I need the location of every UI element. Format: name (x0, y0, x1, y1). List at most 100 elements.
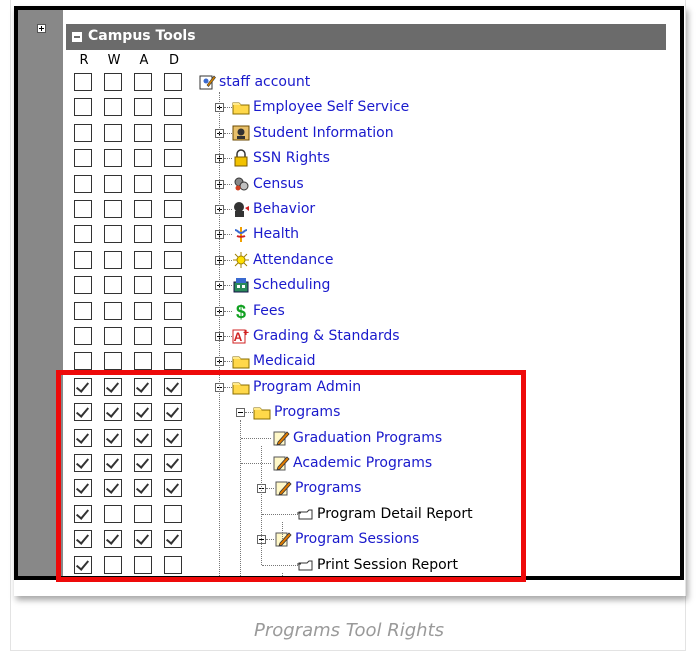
tree-item-label[interactable]: Attendance (253, 251, 333, 269)
checkbox-r[interactable] (74, 149, 92, 168)
red-highlight-box (56, 370, 526, 582)
checkbox-r[interactable] (74, 73, 92, 91)
staff-account-icon (198, 73, 216, 91)
checkbox-a[interactable] (134, 174, 152, 193)
connector-line (224, 107, 232, 109)
tree-item-label[interactable]: Grading & Standards (253, 327, 400, 345)
checkbox-w[interactable] (104, 123, 122, 142)
checkbox-a[interactable] (134, 98, 152, 117)
panel-title: Campus Tools (88, 28, 196, 44)
connector-line (224, 336, 232, 337)
checkbox-d[interactable] (164, 174, 182, 193)
checkbox-w[interactable] (104, 200, 122, 218)
svg-text:A: A (234, 330, 243, 344)
checkbox-d[interactable] (164, 123, 182, 142)
checkbox-w[interactable] (104, 352, 122, 371)
tree-row: Employee Self Service (18, 95, 658, 120)
checkbox-r[interactable] (74, 174, 92, 193)
connector-line (224, 183, 232, 185)
tree-item-label[interactable]: staff account (219, 73, 310, 91)
checkbox-w[interactable] (104, 301, 122, 320)
checkbox-d[interactable] (164, 200, 182, 218)
tree-row: A + Grading & Standards (18, 324, 658, 349)
checkbox-w[interactable] (104, 149, 122, 168)
tree-row: Health (18, 222, 658, 247)
checkbox-d[interactable] (164, 149, 182, 168)
checkbox-r[interactable] (74, 200, 92, 218)
column-header-w: W (107, 53, 121, 68)
checkbox-a[interactable] (134, 73, 152, 91)
checkbox-w[interactable] (104, 225, 122, 244)
checkbox-w[interactable] (104, 174, 122, 193)
connector-line (224, 285, 232, 287)
checkbox-a[interactable] (134, 276, 152, 295)
checkbox-r[interactable] (74, 250, 92, 269)
checkbox-a[interactable] (134, 352, 152, 371)
connector-line (224, 132, 232, 134)
checkbox-w[interactable] (104, 98, 122, 117)
tree-row: Student Information (18, 121, 658, 146)
tree-row: staff account (18, 70, 658, 95)
checkbox-w[interactable] (104, 73, 122, 91)
checkbox-r[interactable] (74, 352, 92, 371)
checkbox-d[interactable] (164, 327, 182, 345)
checkbox-a[interactable] (134, 327, 152, 345)
checkbox-r[interactable] (74, 225, 92, 244)
tree-item-label[interactable]: Employee Self Service (253, 98, 409, 116)
checkbox-w[interactable] (104, 327, 122, 345)
checkbox-a[interactable] (134, 123, 152, 142)
checkbox-a[interactable] (134, 250, 152, 269)
checkbox-d[interactable] (164, 225, 182, 244)
connector-line (224, 234, 232, 236)
tree-item-label[interactable]: Student Information (253, 124, 394, 142)
expand-all-icon[interactable] (37, 24, 46, 33)
checkbox-d[interactable] (164, 98, 182, 117)
checkbox-d[interactable] (164, 250, 182, 269)
column-header-r: R (79, 53, 89, 68)
tree-item-label[interactable]: SSN Rights (253, 149, 330, 167)
checkbox-a[interactable] (134, 301, 152, 320)
tree-item-label[interactable]: Medicaid (253, 352, 316, 370)
tree-item-label[interactable]: Scheduling (253, 276, 330, 294)
connector-line (224, 259, 232, 261)
attendance-icon (232, 251, 250, 269)
checkbox-a[interactable] (134, 225, 152, 244)
svg-text:$: $ (236, 302, 246, 320)
tree-item-label[interactable]: Fees (253, 302, 285, 320)
connector-line (224, 209, 232, 210)
checkbox-d[interactable] (164, 276, 182, 295)
checkbox-r[interactable] (74, 301, 92, 320)
checkbox-r[interactable] (74, 123, 92, 142)
checkbox-a[interactable] (134, 149, 152, 168)
connector-line (224, 310, 232, 312)
tree-row: Behavior (18, 197, 658, 222)
panel-header[interactable]: Campus Tools (66, 24, 666, 50)
checkbox-a[interactable] (134, 200, 152, 218)
tree-item-label[interactable]: Census (253, 175, 304, 193)
tree-item-label[interactable]: Behavior (253, 200, 315, 218)
svg-text:+: + (243, 328, 249, 339)
folder-icon (232, 352, 250, 370)
tree-row: SSN Rights (18, 146, 658, 171)
scheduling-icon (232, 276, 250, 294)
tree-row: Census (18, 172, 658, 197)
checkbox-r[interactable] (74, 327, 92, 345)
connector-line (224, 158, 232, 160)
column-header-a: A (139, 53, 149, 68)
checkbox-w[interactable] (104, 276, 122, 295)
folder-icon (232, 98, 250, 116)
checkbox-w[interactable] (104, 250, 122, 269)
checkbox-r[interactable] (74, 276, 92, 295)
checkbox-r[interactable] (74, 98, 92, 117)
tree-row: $ Fees (18, 299, 658, 324)
tree-item-label[interactable]: Health (253, 225, 299, 243)
grading-icon: A + (232, 327, 250, 345)
student-icon (232, 124, 250, 142)
checkbox-d[interactable] (164, 73, 182, 91)
health-icon (232, 225, 250, 243)
column-header-d: D (168, 53, 179, 68)
image-caption: Programs Tool Rights (253, 620, 445, 641)
collapse-icon[interactable] (72, 32, 82, 42)
checkbox-d[interactable] (164, 301, 182, 320)
checkbox-d[interactable] (164, 352, 182, 371)
